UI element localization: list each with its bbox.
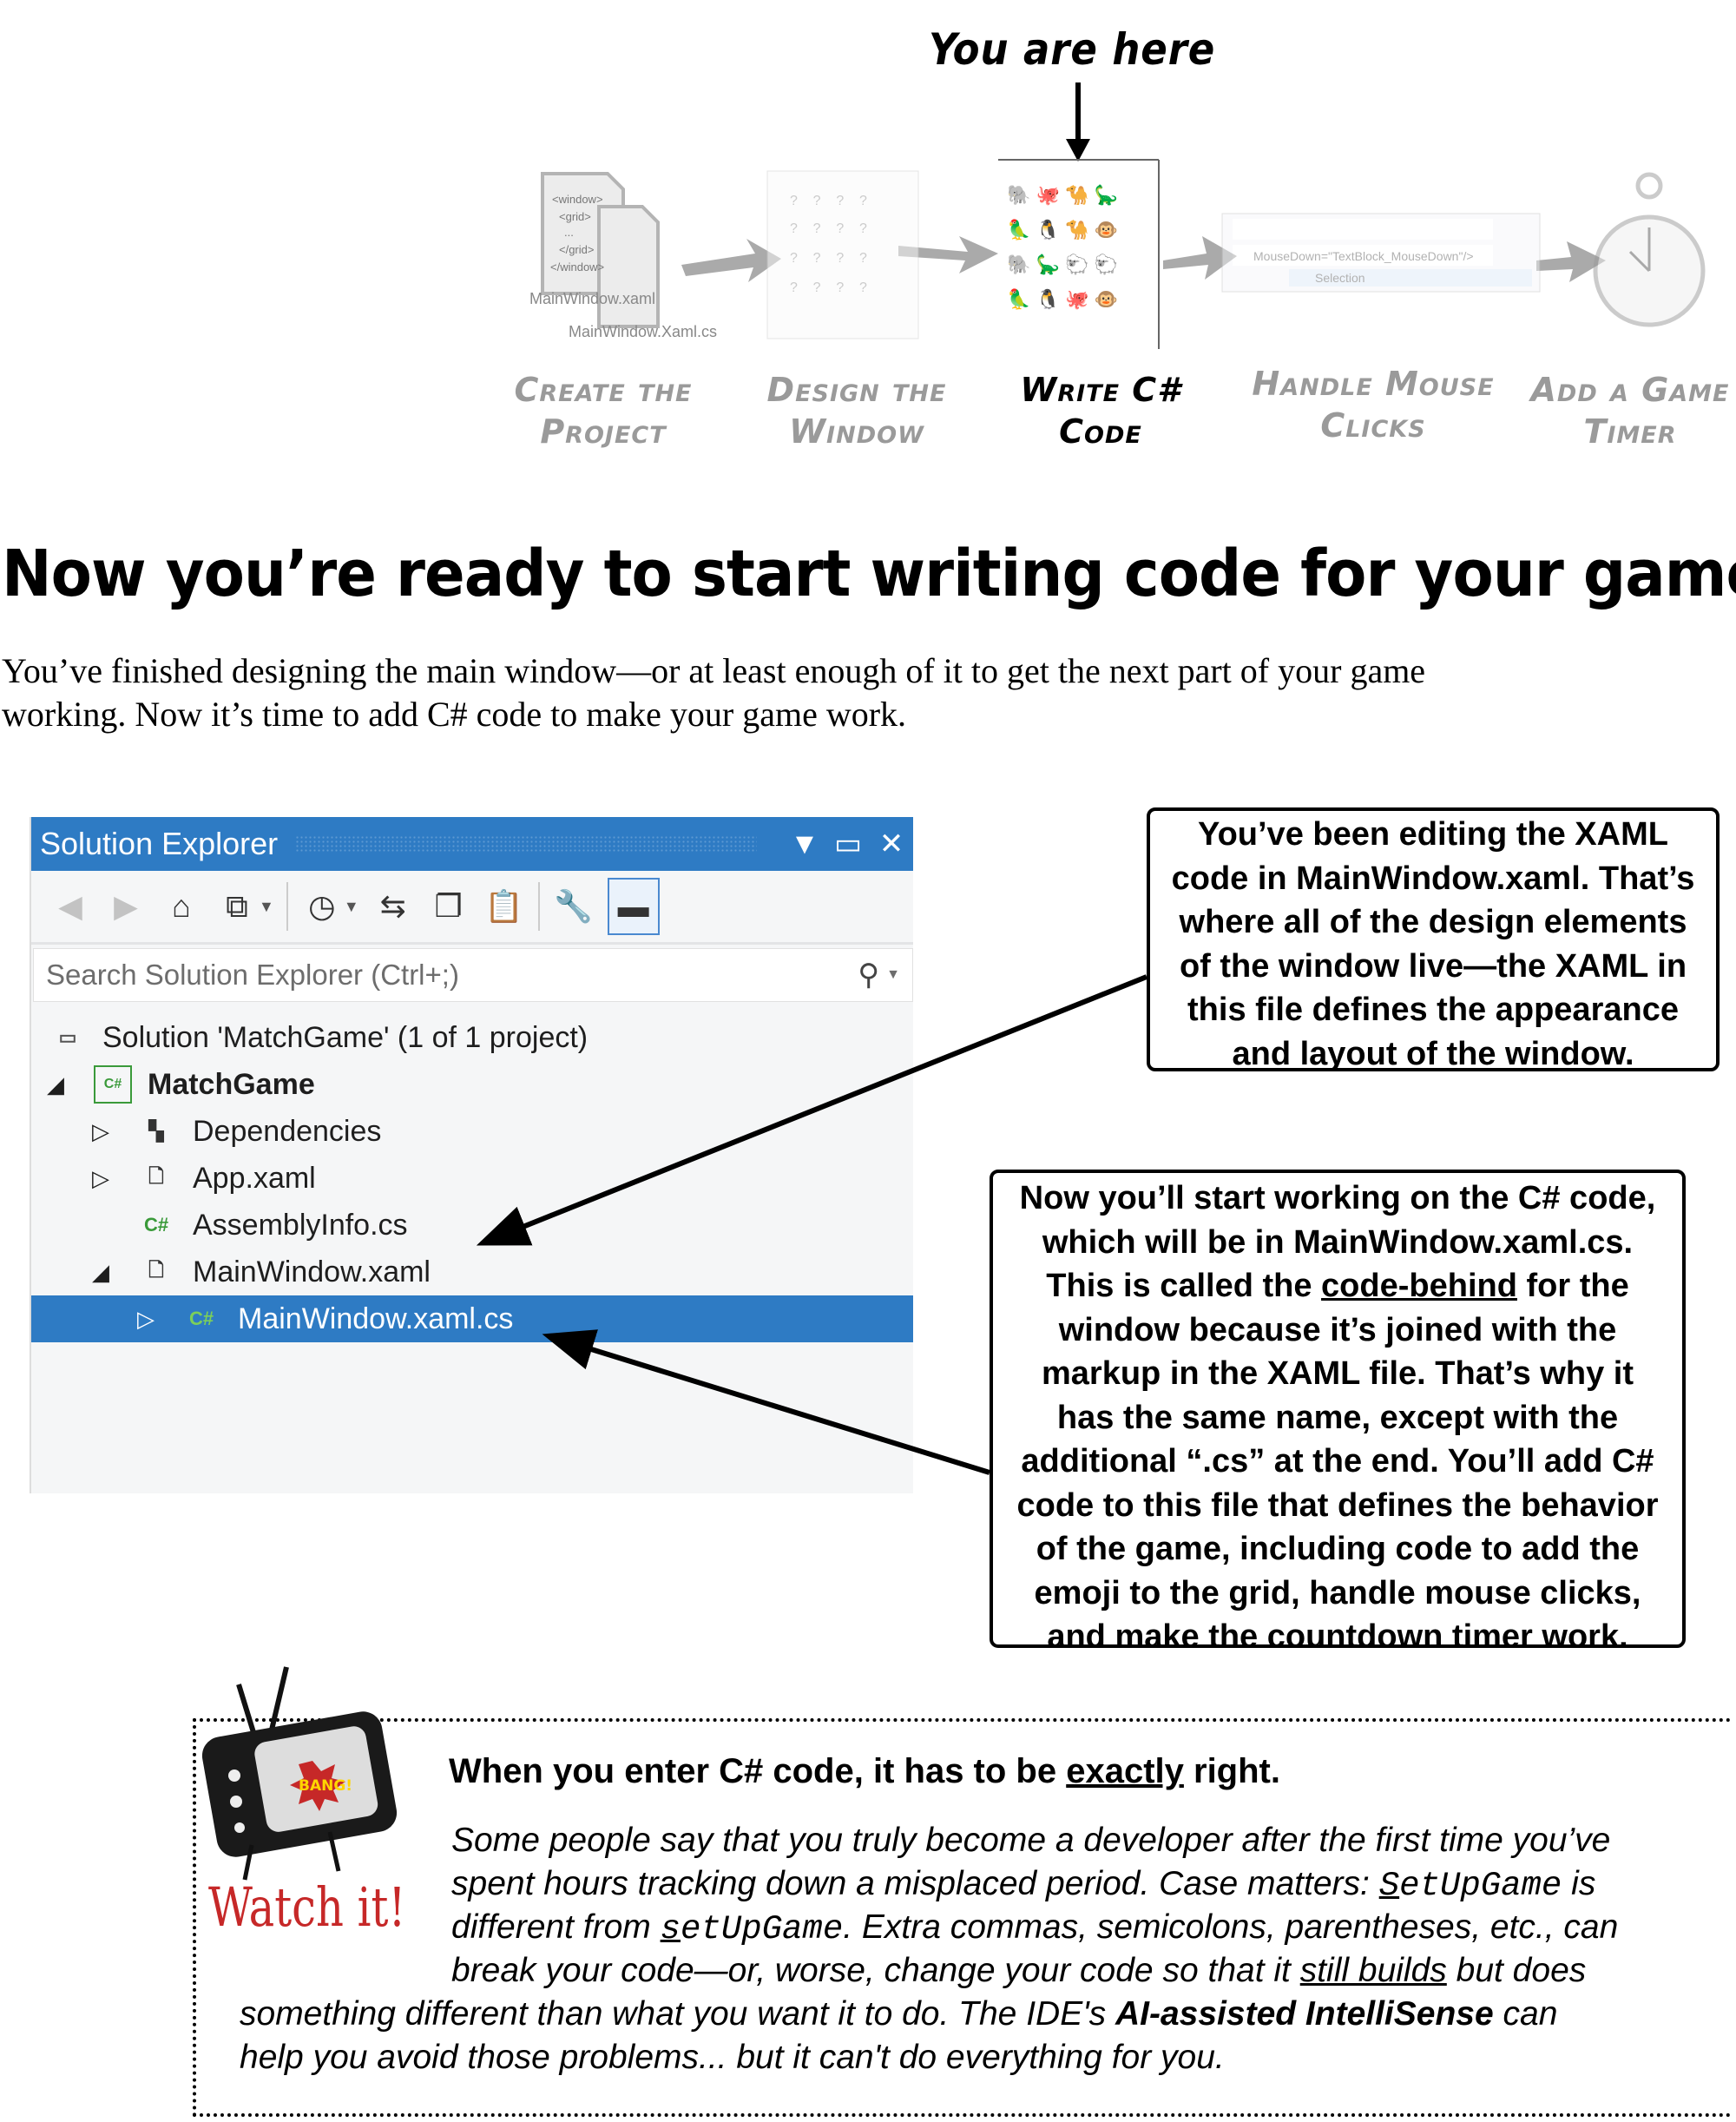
callout-line: this file defines the appearance <box>1187 992 1679 1028</box>
callout-line: and make the countdown timer work. <box>993 1615 1682 1659</box>
text-segment: which will be in MainWindow.xaml.cs. <box>1042 1223 1634 1261</box>
callout-line: where all of the design elements <box>1179 904 1687 940</box>
callout-line: This is called the code-behind for the <box>993 1264 1682 1308</box>
watch-it-line: something different than what you want i… <box>240 1995 1557 2033</box>
text-segment: help you avoid those problems... but it … <box>240 2039 1225 2076</box>
callout-xaml: You’ve been editing the XAML code in Main… <box>1147 807 1720 1072</box>
text-segment: but does <box>1446 1952 1587 1989</box>
text-segment: window because it’s joined with the <box>1058 1311 1617 1348</box>
callout-line: markup in the XAML file. That’s why it <box>993 1352 1682 1396</box>
watch-it-line: Some people say that you truly become a … <box>451 1822 1610 1860</box>
text-segment: emoji to the grid, handle mouse clicks, <box>1034 1574 1641 1611</box>
text-segment: This is called the <box>1046 1268 1322 1304</box>
text-segment: Some people say that you truly become a … <box>451 1822 1611 1859</box>
bang-text: BANG! <box>299 1777 352 1795</box>
underlined-text: exactly <box>1066 1752 1184 1790</box>
text-segment: is <box>1562 1865 1596 1902</box>
callout-line: and layout of the window. <box>1232 1035 1634 1072</box>
watch-it-line: break your code—or, worse, change your c… <box>451 1952 1586 1990</box>
text-segment: code to this file that defines the behav… <box>1016 1486 1659 1524</box>
text-segment: markup in the XAML file. That’s why it <box>1042 1355 1634 1392</box>
watch-it-title: When you enter C# code, it has to be exa… <box>449 1752 1280 1791</box>
callout-line: code in MainWindow.xaml. That’s <box>1171 860 1695 897</box>
text-segment: Now you’ll start working on the C# code, <box>1019 1180 1656 1216</box>
text-segment: has the same name, except with the <box>1056 1399 1619 1436</box>
callout-line: additional “.cs” at the end. You’ll add … <box>993 1440 1682 1484</box>
callout-line: of the game, including code to add the <box>993 1527 1682 1572</box>
text-segment: and make the countdown timer work. <box>1047 1618 1628 1655</box>
underlined-text: still builds <box>1299 1952 1447 1989</box>
text-segment: etUpGame <box>681 1910 844 1948</box>
watch-it-line: different from setUpGame. Extra commas, … <box>451 1908 1618 1948</box>
text-segment: can <box>1493 1995 1558 2033</box>
text-segment: different from <box>451 1908 661 1946</box>
text-segment: right. <box>1183 1752 1280 1790</box>
text-segment: spent hours tracking down a misplaced pe… <box>451 1865 1379 1902</box>
callout-line: which will be in MainWindow.xaml.cs. <box>993 1221 1682 1265</box>
underlined-text: code-behind <box>1321 1268 1517 1304</box>
callout-line: You’ve been editing the XAML <box>1198 816 1668 853</box>
watch-it-badge: Watch it! <box>208 1875 406 1939</box>
text-segment: AI-assisted IntelliSense <box>1115 1995 1494 2033</box>
watch-it-line: help you avoid those problems... but it … <box>240 2039 1225 2077</box>
underlined-text: S <box>1378 1867 1400 1905</box>
underlined-text: s <box>660 1910 681 1948</box>
text-segment: of the game, including code to add the <box>1036 1531 1640 1567</box>
text-segment: for the <box>1516 1268 1629 1304</box>
callout-line: window because it’s joined with the <box>993 1308 1682 1353</box>
tv-icon: BANG! <box>201 1666 398 1881</box>
callout-line: code to this file that defines the behav… <box>993 1484 1682 1528</box>
text-segment: etUpGame <box>1399 1867 1562 1905</box>
text-segment: When you enter C# code, it has to be <box>449 1752 1067 1790</box>
arrow-to-cs <box>542 1329 990 1475</box>
callout-line: emoji to the grid, handle mouse clicks, <box>993 1572 1682 1616</box>
watch-it-line: spent hours tracking down a misplaced pe… <box>451 1865 1595 1905</box>
text-segment: additional “.cs” at the end. You’ll add … <box>1021 1443 1654 1479</box>
text-segment: . Extra commas, semicolons, parentheses,… <box>843 1908 1619 1946</box>
text-segment: something different than what you want i… <box>240 1995 1115 2033</box>
callout-code-behind: Now you’ll start working on the C# code,… <box>990 1170 1686 1655</box>
callout-line: of the window live—the XAML in <box>1179 947 1687 985</box>
callout-line: Now you’ll start working on the C# code, <box>993 1176 1682 1221</box>
text-segment: break your code—or, worse, change your c… <box>451 1952 1300 1989</box>
callout-line: has the same name, except with the <box>993 1396 1682 1440</box>
